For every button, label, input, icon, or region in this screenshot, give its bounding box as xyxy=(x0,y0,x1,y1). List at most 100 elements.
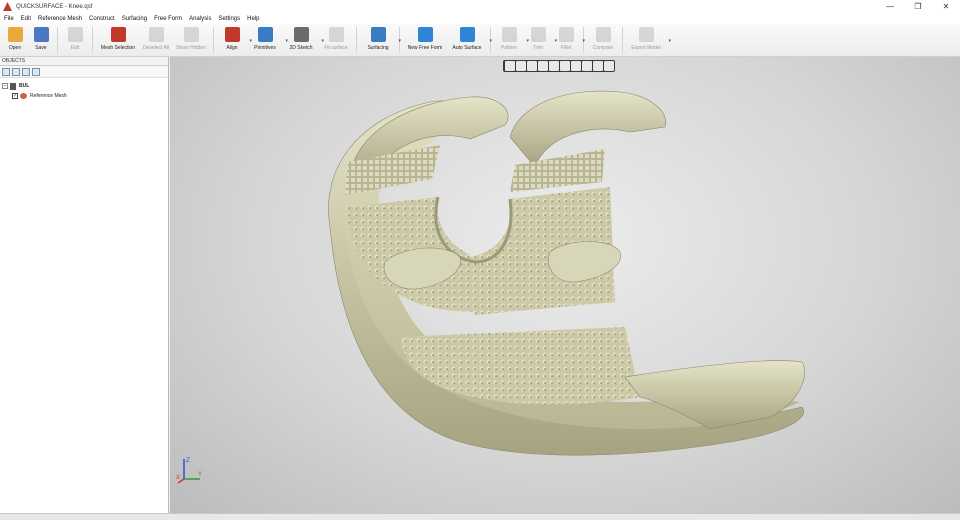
toolbar-button-label: Trim xyxy=(533,45,543,51)
toolbar-separator xyxy=(92,27,93,53)
sketch-icon xyxy=(293,27,309,42)
toolbar-separator xyxy=(57,27,58,53)
tree-row-root[interactable]: − BUL xyxy=(2,81,166,91)
dropdown-arrow-icon[interactable]: ▾ xyxy=(398,38,401,44)
objects-panel-tools xyxy=(0,66,168,78)
toolbar-button-label: New Free Form xyxy=(407,45,443,51)
primitives-button[interactable]: Primitives ▾ xyxy=(247,24,288,55)
toolbar-button-label: Save xyxy=(35,45,47,51)
objects-panel-header: OBJECTS xyxy=(0,57,168,66)
restore-button[interactable]: ❐ xyxy=(904,0,932,13)
close-button[interactable]: ✕ xyxy=(932,0,960,13)
mesh-selection-icon xyxy=(110,27,126,42)
toolbar-button-label: Show Hidden xyxy=(176,45,206,51)
toolbar-button-label: Mesh Selection xyxy=(100,45,136,51)
toolbar-button-label: Fillet xyxy=(560,45,572,51)
fit-surface-icon xyxy=(328,27,344,42)
edit-button[interactable]: Edit xyxy=(61,24,89,55)
status-bar xyxy=(0,513,960,520)
show-hidden-button[interactable]: Show Hidden xyxy=(172,24,210,55)
menu-settings[interactable]: Settings xyxy=(218,16,240,22)
menu-edit[interactable]: Edit xyxy=(21,16,31,22)
save-icon xyxy=(33,27,49,42)
new-free-form-button[interactable]: New Free Form xyxy=(403,24,447,55)
menu-surfacing[interactable]: Surfacing xyxy=(122,16,147,22)
mesh-selection-button[interactable]: Mesh Selection xyxy=(96,24,140,55)
toolbar-separator xyxy=(356,27,357,53)
objects-panel: OBJECTS − BUL ✓ Reference Mesh xyxy=(0,57,169,513)
menu-file[interactable]: File xyxy=(4,16,14,22)
knee-implant-model xyxy=(328,90,805,456)
tree-view-icon[interactable] xyxy=(2,67,10,76)
compare-button[interactable]: Compare xyxy=(587,24,619,55)
toolbar-button-label: Align xyxy=(226,45,238,51)
toolbar-button-label: 2D Sketch xyxy=(289,45,313,51)
tree-collapse-toggle[interactable]: − xyxy=(2,83,8,89)
menu-bar: File Edit Reference Mesh Construct Surfa… xyxy=(0,13,960,24)
toolbar-button-label: Auto Surface xyxy=(452,45,482,51)
menu-free-form[interactable]: Free Form xyxy=(154,16,182,22)
axis-x-label: X xyxy=(176,475,180,481)
save-button[interactable]: Save xyxy=(28,24,54,55)
menu-help[interactable]: Help xyxy=(247,16,259,22)
menu-reference-mesh[interactable]: Reference Mesh xyxy=(38,16,82,22)
main-toolbar: Open Save Edit Mesh Selection Deselect All Sh… xyxy=(0,24,960,57)
pattern-button[interactable]: Pattern ▾ xyxy=(494,24,529,55)
fit-surface-button[interactable]: Fit surface xyxy=(319,24,353,55)
fillet-icon xyxy=(558,27,574,42)
menu-construct[interactable]: Construct xyxy=(89,16,115,22)
deselect-all-button[interactable]: Deselect All xyxy=(140,24,172,55)
tree-reference-mesh-label: Reference Mesh xyxy=(30,93,67,99)
open-button[interactable]: Open xyxy=(2,24,28,55)
dropdown-arrow-icon[interactable]: ▾ xyxy=(582,38,585,44)
auto-surface-icon xyxy=(459,27,475,42)
toolbar-button-label: Surfacing xyxy=(367,45,389,51)
surfacing-button[interactable]: Surfacing ▾ xyxy=(360,24,401,55)
compare-icon xyxy=(595,27,611,42)
toolbar-button-label: Fit surface xyxy=(324,45,348,51)
surfacing-icon xyxy=(370,27,386,42)
toolbar-separator xyxy=(622,27,623,53)
export-icon xyxy=(638,27,654,42)
toolbar-button-label: Deselect All xyxy=(142,45,170,51)
visibility-checkbox[interactable]: ✓ xyxy=(12,93,18,99)
align-icon xyxy=(224,27,240,42)
expand-icon[interactable] xyxy=(22,67,30,76)
menu-analysis[interactable]: Analysis xyxy=(189,16,211,22)
toolbar-button-label: Primitives xyxy=(254,45,276,51)
align-button[interactable]: Align ▾ xyxy=(217,24,252,55)
mesh-icon xyxy=(20,93,27,99)
title-bar: QUICKSURFACE - Knee.qsf — ❐ ✕ xyxy=(0,0,960,13)
toolbar-button-label: Edit xyxy=(70,45,80,51)
axis-triad: Z Y X xyxy=(176,458,202,484)
tree-root-label: BUL xyxy=(19,83,30,89)
deselect-icon xyxy=(148,27,164,42)
dropdown-arrow-icon[interactable]: ▾ xyxy=(489,38,492,44)
document-icon xyxy=(10,82,16,90)
toolbar-button-label: Open xyxy=(8,45,22,51)
folder-icon xyxy=(7,27,23,42)
toolbar-separator xyxy=(213,27,214,53)
pattern-icon xyxy=(501,27,517,42)
3d-viewport[interactable]: Z Y X xyxy=(170,57,960,513)
eye-icon xyxy=(183,27,199,42)
2d-sketch-button[interactable]: 2D Sketch ▾ xyxy=(283,24,324,55)
edit-icon xyxy=(67,27,83,42)
filter-icon[interactable] xyxy=(32,67,40,76)
fillet-button[interactable]: Fillet ▾ xyxy=(552,24,585,55)
tree-row-reference-mesh[interactable]: ✓ Reference Mesh xyxy=(2,91,166,101)
quicksurface-logo-icon xyxy=(3,2,12,11)
trim-icon xyxy=(530,27,546,42)
window-title: QUICKSURFACE - Knee.qsf xyxy=(16,3,93,10)
dropdown-arrow-icon[interactable]: ▾ xyxy=(668,38,671,44)
trim-button[interactable]: Trim ▾ xyxy=(524,24,557,55)
layers-icon[interactable] xyxy=(12,67,20,76)
minimize-button[interactable]: — xyxy=(876,0,904,13)
primitives-icon xyxy=(257,27,273,42)
window-controls: — ❐ ✕ xyxy=(876,0,960,13)
toolbar-button-label: Pattern xyxy=(500,45,518,51)
export-model-button[interactable]: Export Model ▾ xyxy=(626,24,671,55)
auto-surface-button[interactable]: Auto Surface ▾ xyxy=(447,24,492,55)
axis-z-label: Z xyxy=(186,458,190,464)
object-tree: − BUL ✓ Reference Mesh xyxy=(0,78,168,104)
